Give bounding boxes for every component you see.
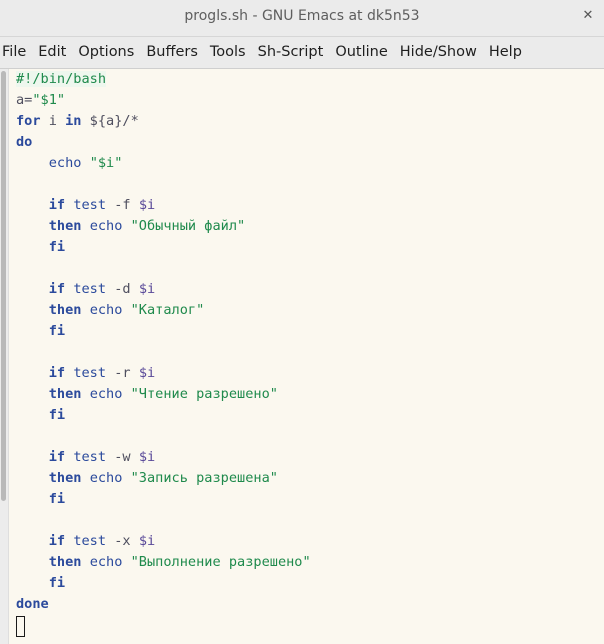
- variable: $i: [138, 449, 156, 465]
- code-line: then echo "Каталог": [16, 300, 604, 321]
- code-line: [16, 615, 604, 637]
- menubar: File Edit Options Buffers Tools Sh-Scrip…: [0, 37, 604, 69]
- test-flag: -r: [114, 365, 131, 381]
- builtin-test: test: [73, 365, 107, 381]
- keyword-then: then: [48, 386, 82, 402]
- code-line: fi: [16, 321, 604, 342]
- builtin-echo: echo: [89, 386, 123, 402]
- window-title: progls.sh - GNU Emacs at dk5n53: [184, 8, 420, 24]
- keyword-then: then: [48, 302, 82, 318]
- builtin-test: test: [73, 449, 107, 465]
- string-literal: "Выполнение разрешено": [130, 554, 311, 570]
- test-flag: -f: [114, 197, 131, 213]
- window-titlebar[interactable]: progls.sh - GNU Emacs at dk5n53 ✕: [0, 0, 604, 37]
- string-literal: "Обычный файл": [130, 218, 246, 234]
- keyword-if: if: [48, 365, 66, 381]
- code-line: if test -d $i: [16, 279, 604, 300]
- string-literal: "Каталог": [130, 302, 205, 318]
- builtin-echo: echo: [89, 302, 123, 318]
- code-line: for i in ${a}/*: [16, 111, 604, 132]
- keyword-in: in: [65, 113, 82, 129]
- code-line: #!/bin/bash: [16, 69, 604, 90]
- builtin-echo: echo: [89, 470, 123, 486]
- loop-var: i: [40, 113, 66, 129]
- keyword-if: if: [48, 449, 66, 465]
- menu-tools[interactable]: Tools: [206, 37, 254, 68]
- code-line: then echo "Выполнение разрешено": [16, 552, 604, 573]
- keyword-then: then: [48, 470, 82, 486]
- shebang: #!/bin/bash: [16, 71, 107, 87]
- test-flag: -d: [114, 281, 131, 297]
- keyword-fi: fi: [48, 239, 66, 255]
- menu-edit[interactable]: Edit: [34, 37, 74, 68]
- builtin-test: test: [73, 197, 107, 213]
- keyword-then: then: [48, 218, 82, 234]
- code-line: if test -x $i: [16, 531, 604, 552]
- builtin-test: test: [73, 281, 107, 297]
- keyword-if: if: [48, 533, 66, 549]
- string-literal: "$1": [32, 92, 66, 108]
- code-line: echo "$i": [16, 153, 604, 174]
- builtin-echo: echo: [89, 218, 123, 234]
- keyword-fi: fi: [48, 323, 66, 339]
- keyword-for: for: [16, 113, 41, 129]
- builtin-test: test: [73, 533, 107, 549]
- string-literal: "$i": [89, 155, 123, 171]
- code-line: then echo "Обычный файл": [16, 216, 604, 237]
- menu-buffers[interactable]: Buffers: [142, 37, 206, 68]
- builtin-echo: echo: [89, 554, 123, 570]
- code-line: fi: [16, 573, 604, 594]
- keyword-done: done: [16, 596, 49, 612]
- code-line: if test -f $i: [16, 195, 604, 216]
- menu-hide-show[interactable]: Hide/Show: [396, 37, 485, 68]
- builtin-echo: echo: [48, 155, 82, 171]
- test-flag: -w: [114, 449, 131, 465]
- code-line: if test -w $i: [16, 447, 604, 468]
- code-line: do: [16, 132, 604, 153]
- code-line: then echo "Чтение разрешено": [16, 384, 604, 405]
- keyword-then: then: [48, 554, 82, 570]
- keyword-fi: fi: [48, 407, 66, 423]
- code-line: fi: [16, 489, 604, 510]
- variable: $i: [138, 365, 156, 381]
- code-line: fi: [16, 237, 604, 258]
- code-line: if test -r $i: [16, 363, 604, 384]
- assign-var: a=: [16, 92, 33, 108]
- code-line: a="$1": [16, 90, 604, 111]
- keyword-fi: fi: [48, 491, 66, 507]
- keyword-fi: fi: [48, 575, 66, 591]
- vertical-scrollbar[interactable]: [0, 69, 9, 644]
- test-flag: -x: [114, 533, 131, 549]
- code-line: then echo "Запись разрешена": [16, 468, 604, 489]
- keyword-if: if: [48, 197, 66, 213]
- string-literal: "Чтение разрешено": [130, 386, 278, 402]
- text-cursor: [16, 616, 25, 637]
- editor-buffer[interactable]: #!/bin/bash a="$1" for i in ${a}/* do ec…: [0, 69, 604, 644]
- keyword-if: if: [48, 281, 66, 297]
- menu-options[interactable]: Options: [74, 37, 142, 68]
- code-area[interactable]: #!/bin/bash a="$1" for i in ${a}/* do ec…: [16, 69, 604, 637]
- variable: $i: [138, 197, 156, 213]
- variable: $i: [138, 281, 156, 297]
- menu-help[interactable]: Help: [485, 37, 530, 68]
- close-icon[interactable]: ✕: [580, 8, 596, 24]
- menu-sh-script[interactable]: Sh-Script: [254, 37, 332, 68]
- menu-file[interactable]: File: [0, 37, 34, 68]
- scrollbar-thumb[interactable]: [1, 71, 6, 501]
- menu-outline[interactable]: Outline: [331, 37, 395, 68]
- loop-glob: ${a}/*: [81, 113, 139, 129]
- code-line: fi: [16, 405, 604, 426]
- variable: $i: [138, 533, 156, 549]
- code-line: done: [16, 594, 604, 615]
- keyword-do: do: [16, 134, 33, 150]
- string-literal: "Запись разрешена": [130, 470, 278, 486]
